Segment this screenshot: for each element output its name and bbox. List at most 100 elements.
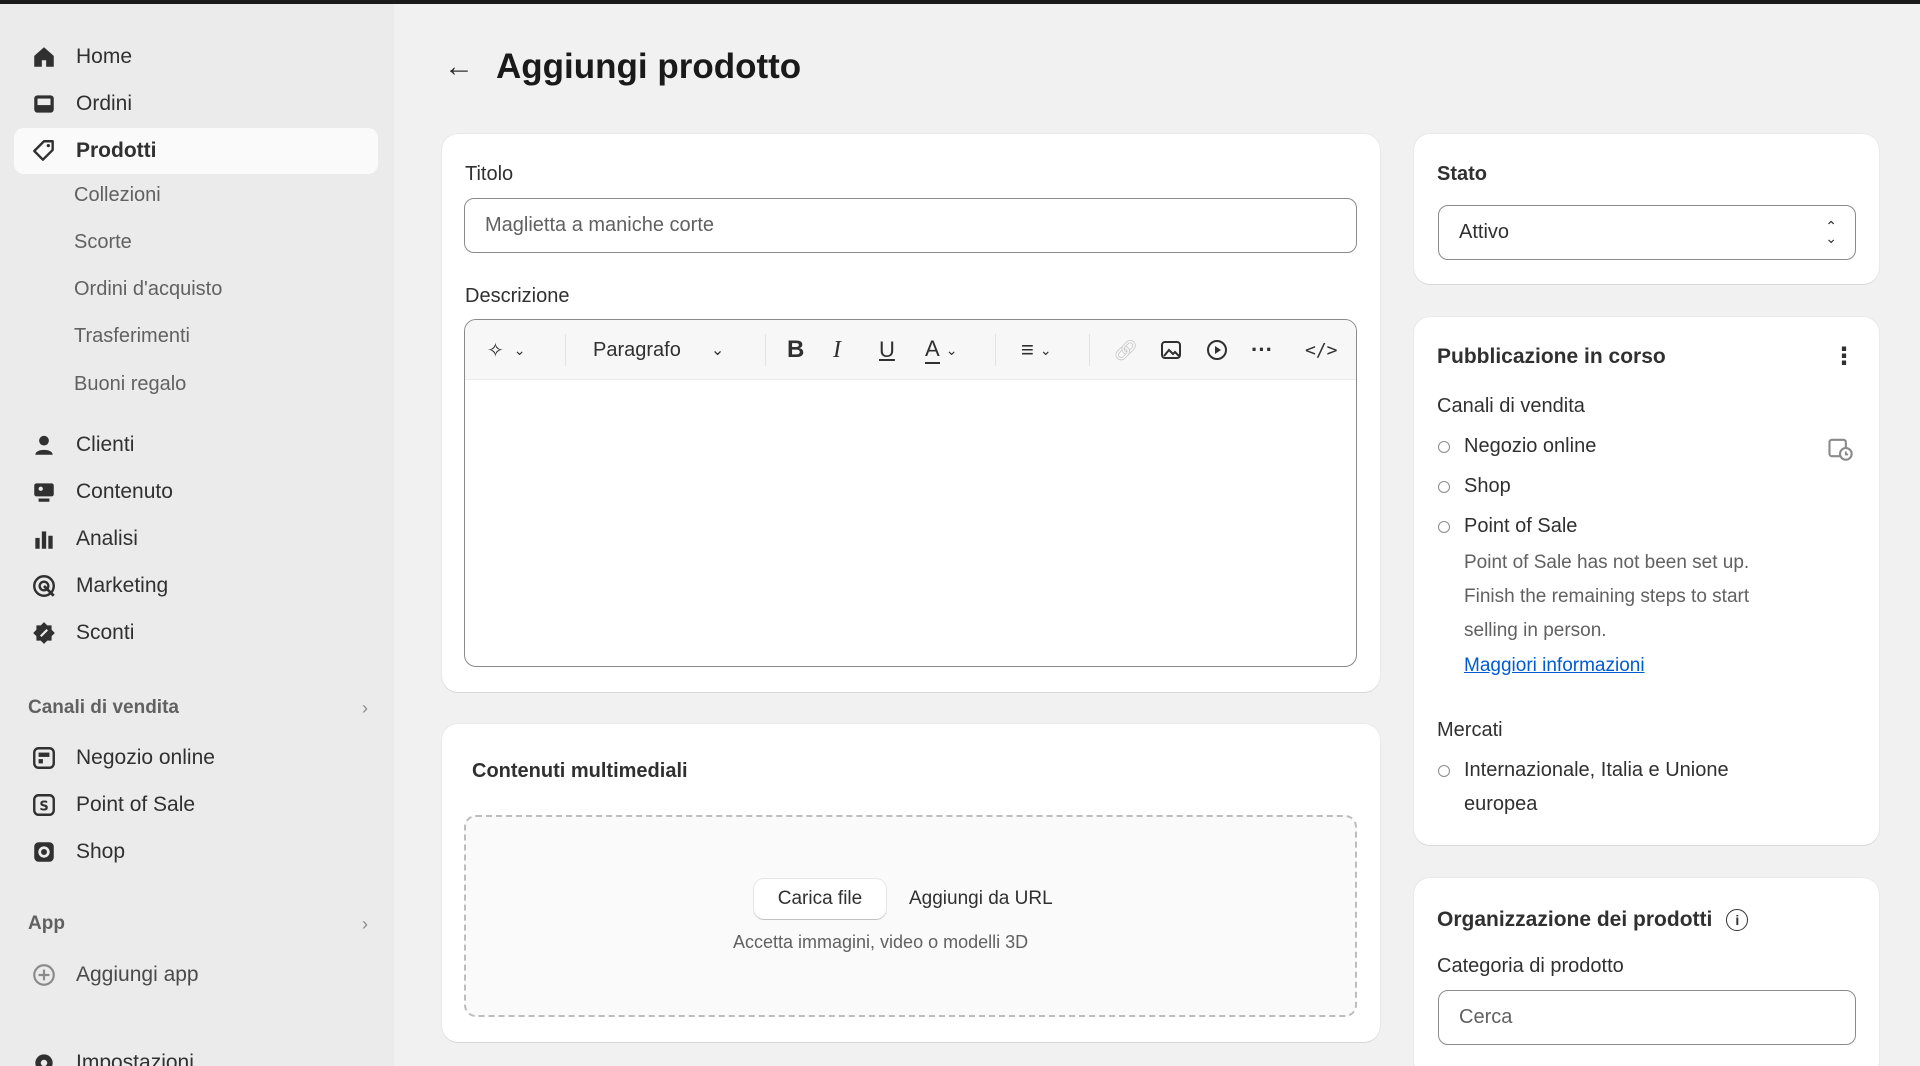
gear-icon <box>30 1049 58 1066</box>
sidebar-item-customers[interactable]: Clienti <box>14 422 378 468</box>
status-select[interactable]: Attivo ⌃ ⌄ <box>1438 205 1856 260</box>
media-hint: Accetta immagini, video o modelli 3D <box>733 932 1029 952</box>
media-title: Contenuti multimediali <box>472 760 688 782</box>
sidebar-item-label: Negozio online <box>76 746 215 769</box>
sidebar-item-label: Analisi <box>76 527 138 550</box>
section-title-label: Canali di vendita <box>28 697 179 718</box>
bar-chart-icon <box>30 525 58 553</box>
underline-icon[interactable]: U <box>879 334 895 366</box>
organization-title: Organizzazione dei prodotti <box>1437 908 1713 931</box>
shop-icon <box>30 838 58 866</box>
sidebar-item-products[interactable]: Prodotti <box>14 128 378 174</box>
store-icon <box>30 744 58 772</box>
sidebar-section-apps[interactable]: App › <box>28 908 368 940</box>
add-from-url-button[interactable]: Aggiungi da URL <box>909 888 1053 910</box>
pos-icon: S <box>30 791 58 819</box>
sidebar-subitem-inventory[interactable]: Scorte <box>74 222 132 262</box>
sidebar-item-label: Aggiungi app <box>76 963 199 986</box>
sidebar-item-label: Shop <box>76 840 126 863</box>
market-dot <box>1438 764 1450 777</box>
sidebar-item-online-store[interactable]: Negozio online <box>14 735 378 781</box>
market-line: europea <box>1464 793 1538 815</box>
markets-label: Mercati <box>1437 719 1503 741</box>
tag-icon <box>30 137 58 165</box>
sidebar-item-add-app[interactable]: Aggiungi app <box>14 952 378 998</box>
sidebar-section-sales-channels[interactable]: Canali di vendita › <box>28 692 368 724</box>
sidebar-item-label: Impostazioni <box>76 1051 194 1066</box>
channel-label: Negozio online <box>1464 435 1597 457</box>
page-title: Aggiungi prodotto <box>496 47 802 86</box>
sidebar-item-analytics[interactable]: Analisi <box>14 516 378 562</box>
pos-setup-note: Point of Sale has not been set up. Finis… <box>1464 546 1854 648</box>
channel-shop[interactable]: Shop <box>1438 475 1511 498</box>
sidebar-subitem-gift-cards[interactable]: Buoni regalo <box>74 364 186 404</box>
note-line: Finish the remaining steps to start <box>1464 586 1750 607</box>
inbox-icon <box>30 90 58 118</box>
channel-point-of-sale[interactable]: Point of Sale <box>1438 515 1577 538</box>
sidebar-item-point-of-sale[interactable]: S Point of Sale <box>14 782 378 828</box>
description-label: Descrizione <box>465 285 570 307</box>
info-icon[interactable]: i <box>1726 909 1749 931</box>
sidebar-item-marketing[interactable]: Marketing <box>14 563 378 609</box>
sidebar-item-label: Prodotti <box>76 139 157 162</box>
sidebar-item-label: Sconti <box>76 621 135 644</box>
sidebar-subitem-purchase-orders[interactable]: Ordini d'acquisto <box>74 269 222 309</box>
video-icon[interactable] <box>1205 334 1229 366</box>
description-editor[interactable]: ✧ ⌄ Paragrafo ⌄ B I U A ⌄ ≡ ⌄ 🔗︎ ··· </> <box>464 319 1357 667</box>
sidebar-item-label: Marketing <box>76 574 169 597</box>
toolbar-divider <box>765 334 766 366</box>
toolbar-divider <box>565 334 566 366</box>
sidebar-subitem-collections[interactable]: Collezioni <box>74 175 161 215</box>
image-icon[interactable] <box>1159 334 1183 366</box>
sidebar-item-settings[interactable]: Impostazioni <box>14 1040 378 1066</box>
back-arrow-icon[interactable]: ← <box>444 50 474 84</box>
sidebar-item-label: Home <box>76 45 133 68</box>
italic-icon[interactable]: I <box>833 334 841 366</box>
learn-more-link[interactable]: Maggiori informazioni <box>1464 655 1645 677</box>
title-input[interactable]: Maglietta a maniche corte <box>464 198 1357 253</box>
upload-file-button[interactable]: Carica file <box>754 879 886 919</box>
page-header: ← Aggiungi prodotto <box>444 42 801 92</box>
sidebar-item-discounts[interactable]: Sconti <box>14 610 378 656</box>
sidebar-item-orders[interactable]: Ordini <box>14 81 378 127</box>
sidebar-item-label: Contenuto <box>76 480 173 503</box>
editor-toolbar: ✧ ⌄ Paragrafo ⌄ B I U A ⌄ ≡ ⌄ 🔗︎ ··· </> <box>465 320 1356 380</box>
status-label: Stato <box>1437 163 1487 185</box>
publishing-title: Pubblicazione in corso <box>1437 345 1666 368</box>
toolbar-divider <box>1089 334 1090 366</box>
channel-online-store[interactable]: Negozio online <box>1438 435 1596 458</box>
toolbar-divider <box>995 334 996 366</box>
category-search-input[interactable]: Cerca <box>1438 990 1856 1045</box>
sidebar-subitem-transfers[interactable]: Trasferimenti <box>74 316 190 356</box>
code-icon[interactable]: </> <box>1305 334 1338 366</box>
organization-header: Organizzazione dei prodotti i <box>1437 908 1749 932</box>
link-icon[interactable]: 🔗︎ <box>1113 334 1138 366</box>
category-search-placeholder: Cerca <box>1459 1006 1513 1028</box>
discount-icon <box>30 619 58 647</box>
section-title-label: App <box>28 913 65 934</box>
sidebar: Home Ordini Prodotti Collezioni Scorte O… <box>0 4 394 1066</box>
magic-icon[interactable]: ✧ ⌄ <box>487 334 526 366</box>
select-arrows-icon: ⌃ ⌄ <box>1825 218 1837 246</box>
note-line: Point of Sale has not been set up. <box>1464 552 1750 573</box>
category-label: Categoria di prodotto <box>1437 955 1624 977</box>
content-icon <box>30 478 58 506</box>
align-icon[interactable]: ≡ ⌄ <box>1021 334 1052 366</box>
channel-dot <box>1438 480 1450 493</box>
more-icon[interactable]: ··· <box>1251 334 1273 366</box>
bold-icon[interactable]: B <box>787 334 804 366</box>
channel-label: Point of Sale <box>1464 515 1578 537</box>
market-line: Internazionale, Italia e Unione <box>1464 759 1729 781</box>
kebab-menu-icon[interactable]: ⋮ <box>1832 342 1856 371</box>
sidebar-item-label: Point of Sale <box>76 793 196 816</box>
sidebar-item-home[interactable]: Home <box>14 34 378 80</box>
media-dropzone[interactable] <box>464 815 1357 1017</box>
sidebar-item-label: Clienti <box>76 433 135 456</box>
sidebar-item-content[interactable]: Contenuto <box>14 469 378 515</box>
calendar-schedule-icon[interactable] <box>1826 434 1854 467</box>
sidebar-item-shop[interactable]: Shop <box>14 829 378 875</box>
home-icon <box>30 43 58 71</box>
market-item[interactable]: Internazionale, Italia e Unione <box>1438 759 1729 782</box>
text-color-icon[interactable]: A ⌄ <box>925 334 957 366</box>
paragraph-select[interactable]: Paragrafo ⌄ <box>593 334 724 366</box>
